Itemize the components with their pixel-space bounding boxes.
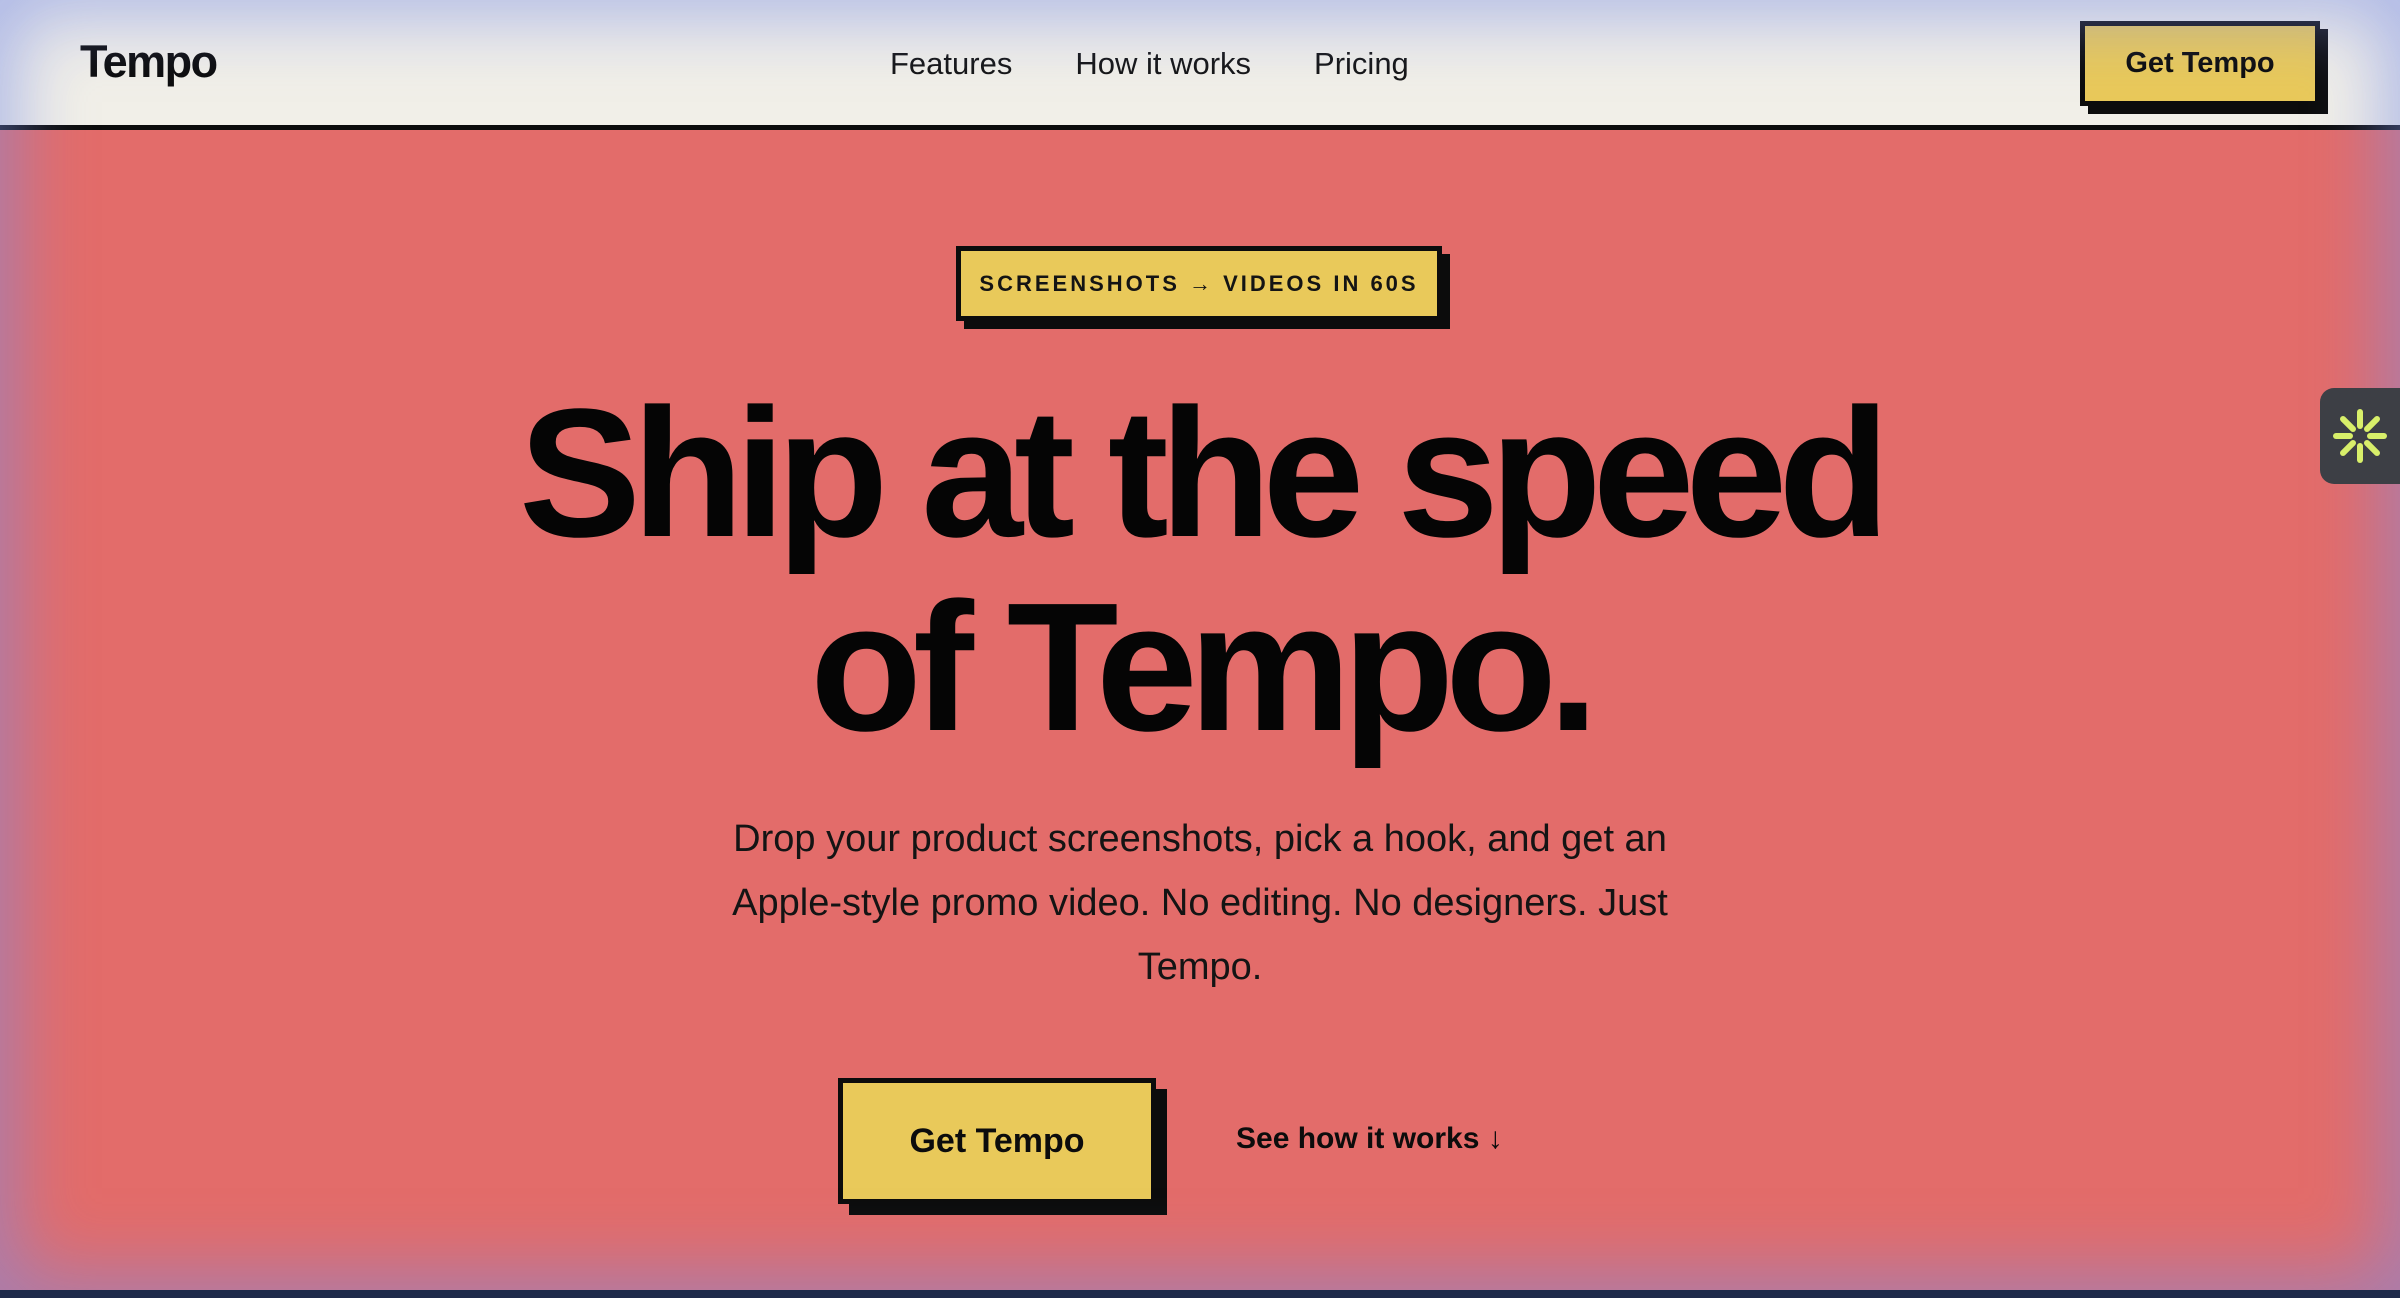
brand-logo-text[interactable]: Tempo (80, 36, 218, 88)
asterisk-sparkle-icon (2333, 409, 2387, 463)
nav-link-features[interactable]: Features (890, 46, 1012, 82)
top-navigation-bar: Tempo Features How it works Pricing Get … (0, 0, 2400, 130)
nav-get-tempo-button[interactable]: Get Tempo (2080, 21, 2320, 106)
page-viewport: Tempo Features How it works Pricing Get … (0, 0, 2400, 1290)
nav-link-how-it-works[interactable]: How it works (1075, 46, 1251, 82)
bottom-edge-strip (0, 1290, 2400, 1298)
hero-badge: SCREENSHOTS → VIDEOS IN 60S (956, 246, 1442, 321)
hero-subtitle: Drop your product screenshots, pick a ho… (732, 818, 1668, 988)
floating-widget-button[interactable] (2320, 388, 2400, 484)
see-how-it-works-link[interactable]: See how it works ↓ (1236, 1122, 1503, 1156)
hero-get-tempo-button[interactable]: Get Tempo (838, 1078, 1156, 1204)
hero-title: Ship at the speed of Tempo. (300, 376, 2100, 764)
nav-link-pricing[interactable]: Pricing (1314, 46, 1409, 82)
hero-title-line-1: Ship at the speed (518, 370, 1890, 575)
hero-title-line-2: of Tempo. (810, 564, 1599, 769)
nav-links: Features How it works Pricing (890, 46, 1409, 82)
